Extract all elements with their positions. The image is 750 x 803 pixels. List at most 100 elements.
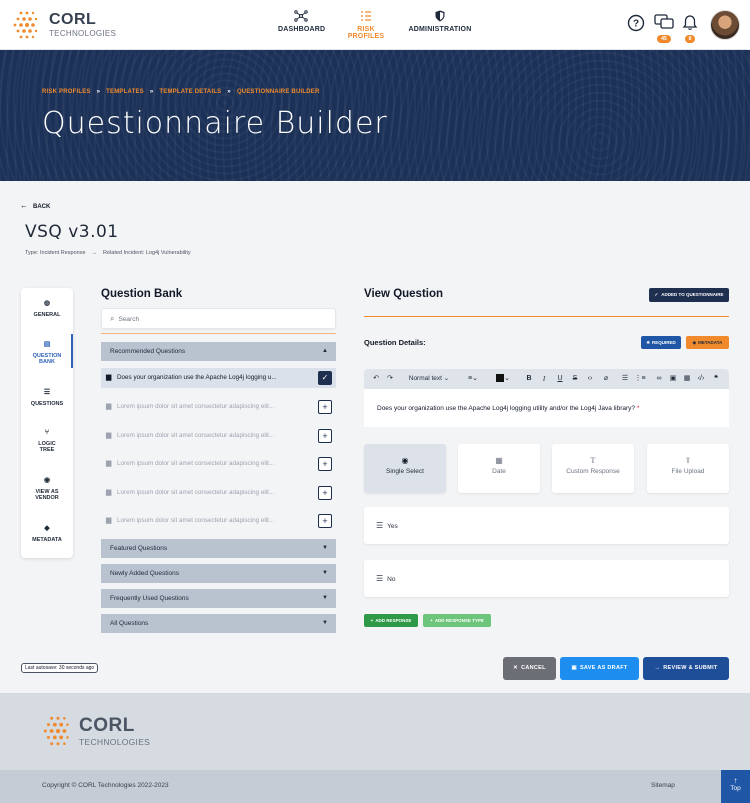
- bullet-list-icon[interactable]: ☰: [619, 369, 631, 389]
- add-question-button[interactable]: +: [318, 514, 332, 528]
- eye-icon: ◉: [43, 477, 51, 484]
- corl-logo-mark-icon: [13, 11, 38, 39]
- quote-icon[interactable]: ❝: [710, 369, 722, 389]
- breadcrumb-template-details[interactable]: TEMPLATE DETAILS: [159, 89, 221, 95]
- question-row[interactable]: ▆ Lorem ipsum dolor sit amet consectetur…: [101, 483, 336, 503]
- cancel-button[interactable]: ✕ CANCEL: [503, 657, 556, 680]
- drag-handle-icon[interactable]: ☰: [376, 574, 383, 583]
- text-format-select[interactable]: Normal text ⌄: [404, 369, 454, 389]
- question-text: Does your organization use the Apache Lo…: [117, 374, 277, 381]
- response-option[interactable]: ☰ Yes: [364, 507, 729, 544]
- question-row[interactable]: ▆ Does your organization use the Apache …: [101, 368, 336, 388]
- plus-icon: +: [370, 618, 374, 623]
- align-icon[interactable]: ≡⌄: [464, 369, 482, 389]
- back-link[interactable]: ← BACK: [20, 201, 50, 210]
- arrow-right-icon: →: [91, 250, 98, 256]
- arrow-left-icon: ←: [20, 201, 28, 210]
- add-question-button[interactable]: +: [318, 400, 332, 414]
- save-draft-button[interactable]: ▣ SAVE AS DRAFT: [560, 657, 639, 680]
- nav-dashboard[interactable]: DASHBOARD: [278, 10, 325, 33]
- back-label: BACK: [33, 204, 51, 210]
- image-icon[interactable]: ▣: [667, 369, 679, 389]
- strikethrough-icon[interactable]: S: [570, 369, 580, 389]
- document-icon: ▆: [106, 489, 112, 496]
- sidenav-logic-tree[interactable]: ⑂ LOGIC TREE: [21, 428, 73, 453]
- response-type-date[interactable]: ▦ Date: [458, 444, 540, 493]
- nav-administration[interactable]: ADMINISTRATION: [408, 10, 472, 33]
- breadcrumb-risk-profiles[interactable]: RISK PROFILES: [42, 89, 91, 95]
- sitemap-link[interactable]: Sitemap: [651, 782, 675, 789]
- redo-icon[interactable]: ↷: [384, 369, 396, 389]
- add-response-button[interactable]: + ADD RESPONSE: [364, 614, 418, 627]
- code-icon[interactable]: ‹/›: [695, 369, 707, 389]
- add-response-label: ADD RESPONSE: [375, 618, 412, 623]
- code-inline-icon[interactable]: ‹›: [584, 369, 596, 389]
- search-input[interactable]: ⌕ Search: [101, 308, 336, 329]
- text-color-icon[interactable]: ⌄: [494, 369, 512, 389]
- add-response-type-button[interactable]: + ADD RESPONSE TYPE: [423, 614, 491, 627]
- view-question-divider: [364, 316, 729, 317]
- question-row[interactable]: ▆ Lorem ipsum dolor sit amet consectetur…: [101, 454, 336, 474]
- globe-icon: ◍: [43, 300, 51, 307]
- breadcrumb-questionnaire-builder: QUESTIONNAIRE BUILDER: [236, 89, 320, 95]
- sidenav-view-as-vendor[interactable]: ◉ VIEW AS VENDOR: [21, 476, 73, 501]
- accordion-newly-added[interactable]: Newly Added Questions ▼: [101, 564, 336, 583]
- add-response-type-label: ADD RESPONSE TYPE: [434, 618, 484, 623]
- question-row[interactable]: ▆ Lorem ipsum dolor sit amet consectetur…: [101, 397, 336, 417]
- question-row[interactable]: ▆ Lorem ipsum dolor sit amet consectetur…: [101, 426, 336, 446]
- add-question-button[interactable]: +: [318, 486, 332, 500]
- list-icon: [338, 10, 394, 26]
- link-icon[interactable]: ∞: [653, 369, 665, 389]
- accordion-all-label: All Questions: [110, 620, 149, 627]
- response-option-label: No: [387, 576, 396, 583]
- accordion-featured[interactable]: Featured Questions ▼: [101, 539, 336, 558]
- required-toggle[interactable]: ✳ REQUIRED: [641, 336, 681, 349]
- chevron-down-icon: ▼: [322, 570, 328, 576]
- question-details-label: Question Details:: [364, 338, 426, 347]
- nav-risk-profiles-label: RISK PROFILES: [347, 26, 385, 40]
- response-type-custom[interactable]: T Custom Response: [552, 444, 634, 493]
- user-avatar[interactable]: [710, 10, 740, 40]
- response-type-single-select[interactable]: ◉ Single Select: [364, 444, 446, 493]
- response-type-file-upload[interactable]: ⇪ File Upload: [647, 444, 729, 493]
- drag-handle-icon[interactable]: ☰: [376, 521, 383, 530]
- underline-icon[interactable]: U: [555, 369, 565, 389]
- bell-icon[interactable]: [682, 14, 702, 34]
- tag-icon: ◆: [692, 340, 697, 345]
- response-option[interactable]: ☰ No: [364, 560, 729, 597]
- accordion-all[interactable]: All Questions ▼: [101, 614, 336, 633]
- nav-risk-profiles[interactable]: RISK PROFILES: [338, 10, 394, 40]
- question-text: Lorem ipsum dolor sit amet consectetur a…: [117, 489, 275, 496]
- breadcrumb-templates[interactable]: TEMPLATES: [106, 89, 144, 95]
- metadata-button[interactable]: ◆ METADATA: [686, 336, 729, 349]
- italic-icon[interactable]: I: [539, 369, 549, 389]
- sidenav-question-bank[interactable]: ▤ QUESTION BANK: [21, 340, 73, 365]
- added-to-questionnaire-button[interactable]: ✓ ADDED TO QUESTIONNAIRE: [649, 288, 729, 302]
- question-text: Lorem ipsum dolor sit amet consectetur a…: [117, 460, 275, 467]
- document-icon: ▆: [106, 517, 112, 524]
- accordion-frequently-used[interactable]: Frequently Used Questions ▼: [101, 589, 336, 608]
- review-submit-button[interactable]: → REVIEW & SUBMIT: [643, 657, 729, 680]
- sidenav-questions[interactable]: ☰ QUESTIONS: [21, 388, 73, 407]
- sidenav-metadata[interactable]: ◆ METADATA: [21, 524, 73, 543]
- bold-icon[interactable]: B: [524, 369, 534, 389]
- question-text: Lorem ipsum dolor sit amet consectetur a…: [117, 403, 275, 410]
- add-question-button[interactable]: +: [318, 429, 332, 443]
- add-question-button[interactable]: +: [318, 457, 332, 471]
- clear-format-icon[interactable]: ⌀: [600, 369, 612, 389]
- undo-icon[interactable]: ↶: [370, 369, 382, 389]
- sidenav-general[interactable]: ◍ GENERAL: [21, 299, 73, 318]
- help-icon[interactable]: ?: [627, 14, 647, 34]
- back-to-top-button[interactable]: ↑ Top: [721, 770, 750, 803]
- numbered-list-icon[interactable]: ⋮≡: [634, 369, 646, 389]
- accordion-recommended[interactable]: Recommended Questions ▲: [101, 342, 336, 361]
- question-bank-title: Question Bank: [101, 288, 183, 300]
- arrow-right-icon: →: [654, 665, 661, 671]
- plus-icon: +: [430, 618, 433, 623]
- check-button[interactable]: ✓: [318, 371, 332, 385]
- question-editor[interactable]: Does your organization use the Apache Lo…: [364, 389, 729, 427]
- question-row[interactable]: ▆ Lorem ipsum dolor sit amet consectetur…: [101, 511, 336, 531]
- corl-logo[interactable]: CORL TECHNOLOGIES: [10, 9, 120, 41]
- sidenav-question-bank-label: QUESTION BANK: [32, 353, 62, 365]
- chat-icon[interactable]: [654, 14, 674, 34]
